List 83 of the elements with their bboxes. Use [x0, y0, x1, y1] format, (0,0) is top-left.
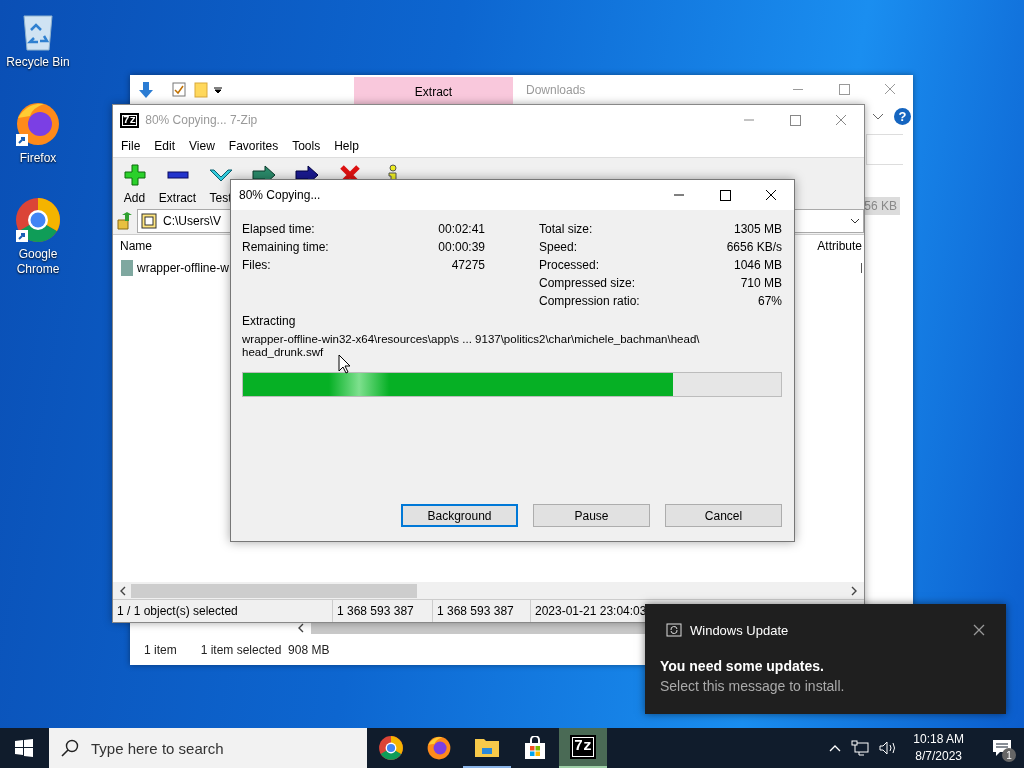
app-logo: 7z [570, 735, 596, 759]
status-cell: 1 / 1 object(s) selected [113, 600, 333, 622]
firefox-icon[interactable] [14, 100, 62, 148]
file-icon [121, 260, 133, 276]
search-icon [61, 739, 79, 757]
stat-value: 47275 [450, 258, 485, 272]
stat-label: Compression ratio: [539, 294, 641, 308]
stat-value: 00:00:39 [438, 240, 485, 254]
stat-value: 00:02:41 [438, 222, 485, 236]
stat-value: 710 MB [739, 276, 782, 290]
notification-heading: You need some updates. [660, 657, 825, 676]
shopping-bag-icon [523, 736, 547, 760]
dialog-button[interactable]: Pause [533, 504, 650, 527]
toolbar-label[interactable]: Extract [158, 191, 197, 205]
folder-icon [474, 736, 500, 758]
status-cell-text: 2023-01-21 23:04:03 [534, 603, 647, 620]
download-arrow-icon[interactable] [138, 80, 154, 99]
ribbon-tab[interactable]: Extract [354, 77, 513, 106]
close-icon[interactable] [973, 624, 985, 636]
column-header[interactable]: Name [120, 239, 152, 253]
status-cell: 1 368 593 387 [433, 600, 531, 622]
scrollbar[interactable] [113, 582, 864, 599]
stat-label: Speed: [539, 240, 579, 254]
stat-value: 1046 MB [732, 258, 782, 272]
operation-label: Extracting [242, 313, 297, 330]
chevron-up-icon[interactable] [829, 744, 842, 752]
window-title: Downloads [526, 82, 586, 97]
mouse-pointer-icon [338, 354, 351, 374]
stat-label: Processed: [539, 258, 601, 272]
stat-value: 6656 KB/s [726, 240, 782, 254]
stat-label: Elapsed time: [242, 222, 316, 236]
volume-icon[interactable] [879, 740, 898, 756]
stat-label: Total size: [539, 222, 594, 236]
help-button[interactable]: ? [894, 108, 911, 125]
dropdown-icon[interactable] [214, 85, 222, 94]
menu-item[interactable]: View [182, 139, 222, 153]
app-logo: 7z [120, 112, 140, 128]
dialog-button[interactable]: Background [401, 504, 518, 527]
chrome-icon [378, 735, 404, 761]
taskbar-app-button[interactable]: 7z [559, 728, 607, 768]
desktop-icon-label[interactable]: Firefox [3, 151, 73, 166]
file-path: wrapper-offline-win32-x64\resources\app\s ... 9137\politics2\char\michele_bachman\head\ head_drunk.swf [242, 333, 701, 359]
window-title: 80% Copying... 7-Zip [145, 113, 258, 127]
checkbox-icon[interactable] [172, 82, 186, 97]
notification-toast[interactable]: Windows Update You need some updates. Select this message to install. [645, 604, 1006, 714]
archive-icon [141, 213, 157, 229]
chrome-icon[interactable] [14, 196, 62, 244]
stat-value: 1305 MB [732, 222, 782, 236]
toolbar-label[interactable]: Test [209, 191, 232, 205]
plus-icon[interactable] [123, 164, 146, 186]
menu-item[interactable]: Edit [147, 139, 183, 153]
scroll-right-icon[interactable] [850, 585, 858, 596]
folder-up-icon[interactable] [116, 212, 134, 230]
update-icon [666, 622, 682, 638]
stat-label: Remaining time: [242, 240, 330, 254]
search-field[interactable]: Type here to search [49, 728, 367, 768]
scroll-left-icon[interactable] [119, 585, 127, 596]
dialog-button[interactable]: Cancel [665, 504, 782, 527]
network-icon[interactable] [851, 740, 870, 756]
notification-app-name: Windows Update [690, 622, 789, 638]
chevron-down-icon[interactable] [872, 112, 884, 121]
notification-count-badge: 1 [1002, 748, 1016, 762]
notification-message: Select this message to install. [660, 677, 846, 696]
desktop-icon-label[interactable]: Recycle Bin [3, 55, 73, 70]
status-text: 1 item [144, 643, 177, 657]
desktop-icon-label[interactable]: Google Chrome [3, 247, 73, 277]
windows-logo-icon [15, 739, 33, 757]
column-header[interactable]: Attribute [817, 239, 862, 253]
toolbar-label[interactable]: Add [123, 191, 146, 205]
menu-item[interactable]: File [114, 139, 148, 153]
stat-value: 67% [756, 294, 782, 308]
clock[interactable]: 10:18 AM 8/7/2023 [907, 731, 970, 765]
status-text: 1 item selected 908 MB [200, 643, 330, 657]
menu-item[interactable]: Help [327, 139, 366, 153]
status-cell: 1 368 593 387 [333, 600, 433, 622]
stat-label: Files: [242, 258, 272, 272]
firefox-icon [426, 735, 452, 761]
file-name[interactable]: wrapper-offline-w [137, 261, 229, 275]
dialog-title: 80% Copying... [239, 188, 321, 202]
menu-item[interactable]: Favorites [221, 139, 286, 153]
menu-item[interactable]: Tools [285, 139, 328, 153]
search-field[interactable] [866, 134, 903, 165]
stat-label: Compressed size: [539, 276, 637, 290]
